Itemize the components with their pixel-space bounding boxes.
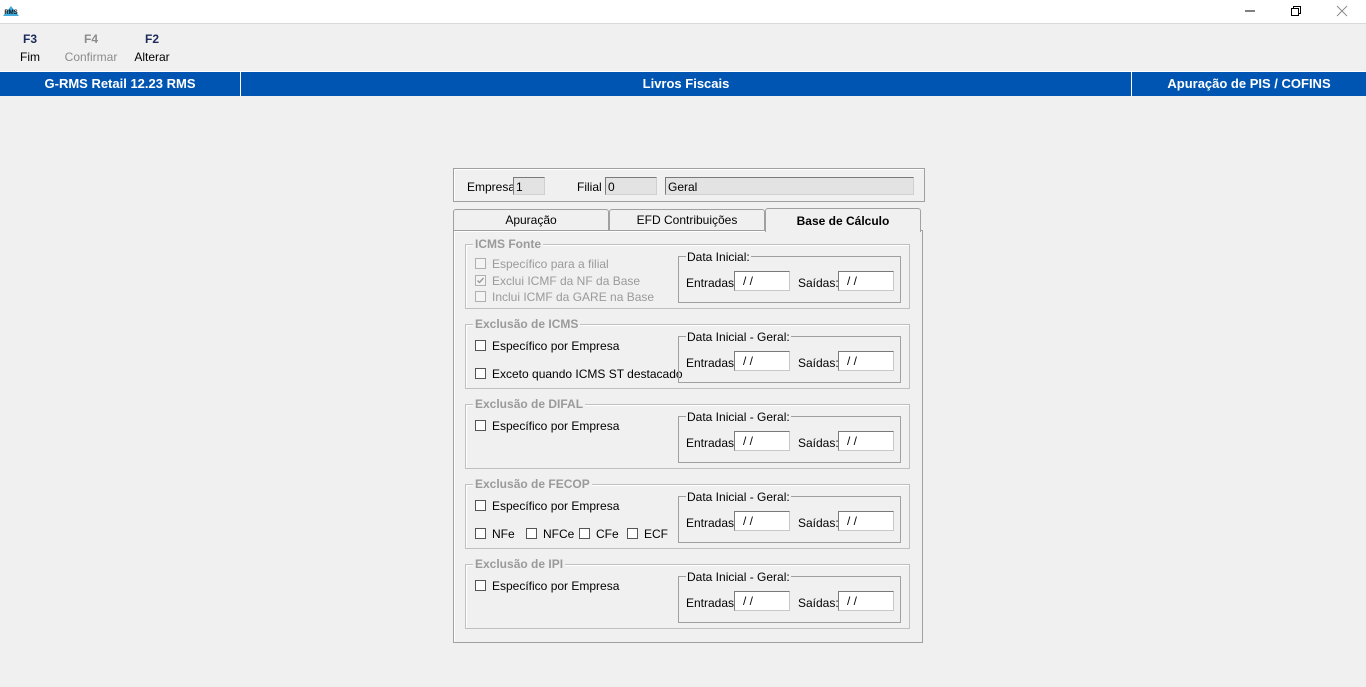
checkbox-label: NFe bbox=[492, 527, 515, 541]
saidas-date-input[interactable]: / / bbox=[838, 511, 894, 531]
tab-efd-contribuicoes[interactable]: EFD Contribuições bbox=[609, 209, 765, 230]
date-box: Data Inicial - Geral: Entradas: / / Saíd… bbox=[678, 330, 901, 383]
checkbox-cfe[interactable] bbox=[579, 528, 590, 539]
date-box-title: Data Inicial: bbox=[686, 250, 751, 264]
checkbox-label: Específico por Empresa bbox=[492, 579, 620, 593]
checkbox-label: Específico por Empresa bbox=[492, 499, 620, 513]
group-icms-fonte: ICMS Fonte Específico para a filial Excl… bbox=[465, 237, 910, 309]
app-logo-text: RMS bbox=[4, 10, 17, 16]
toolbar-key: F2 bbox=[144, 32, 159, 46]
close-button[interactable] bbox=[1319, 0, 1365, 22]
checkbox-label: ECF bbox=[644, 527, 668, 541]
header-app-name: G-RMS Retail 12.23 RMS bbox=[44, 76, 196, 91]
toolbar-label: Confirmar bbox=[64, 50, 118, 64]
group-exclusao-icms: Exclusão de ICMS Específico por Empresa … bbox=[465, 317, 910, 389]
header-module-name: Livros Fiscais bbox=[642, 76, 730, 91]
checkbox-especifico-empresa[interactable] bbox=[475, 580, 486, 591]
checkbox-exclui-icmf[interactable] bbox=[475, 275, 486, 286]
toolbar-confirmar-button[interactable]: F4 Confirmar bbox=[61, 30, 121, 66]
filial-label: Filial bbox=[577, 180, 602, 194]
entradas-date-input[interactable]: / / bbox=[734, 511, 790, 531]
checkbox-ecf[interactable] bbox=[627, 528, 638, 539]
checkbox-label: CFe bbox=[596, 527, 619, 541]
group-exclusao-difal: Exclusão de DIFAL Específico por Empresa… bbox=[465, 397, 910, 469]
checkbox-exceto-icms-st[interactable] bbox=[475, 368, 486, 379]
date-box: Data Inicial - Geral: Entradas: / / Saíd… bbox=[678, 410, 901, 463]
saidas-label: Saídas: bbox=[798, 596, 839, 610]
tab-content-panel: ICMS Fonte Específico para a filial Excl… bbox=[453, 230, 923, 643]
header-bar: G-RMS Retail 12.23 RMS Livros Fiscais Ap… bbox=[0, 71, 1366, 96]
date-box: Data Inicial: Entradas: / / Saídas: / / bbox=[678, 250, 901, 303]
group-title: Exclusão de FECOP bbox=[473, 477, 592, 491]
checkbox-nfce[interactable] bbox=[526, 528, 537, 539]
toolbar-key: F4 bbox=[83, 32, 98, 46]
date-box: Data Inicial - Geral: Entradas: / / Saíd… bbox=[678, 570, 901, 623]
checkbox-especifico-empresa[interactable] bbox=[475, 340, 486, 351]
tab-base-de-calculo[interactable]: Base de Cálculo bbox=[765, 208, 921, 232]
checkbox-label: Exceto quando ICMS ST destacado bbox=[492, 367, 683, 381]
check-icon bbox=[477, 277, 485, 284]
entradas-label: Entradas: bbox=[686, 276, 738, 290]
entradas-date-input[interactable]: / / bbox=[734, 431, 790, 451]
saidas-label: Saídas: bbox=[798, 436, 839, 450]
checkbox-nfe[interactable] bbox=[475, 528, 486, 539]
close-icon bbox=[1336, 5, 1348, 17]
empresa-field[interactable]: 1 bbox=[513, 177, 545, 195]
checkbox-label: Específico para a filial bbox=[492, 257, 609, 271]
saidas-label: Saídas: bbox=[798, 516, 839, 530]
group-title: Exclusão de IPI bbox=[473, 557, 566, 571]
tab-apuracao[interactable]: Apuração bbox=[453, 209, 609, 230]
checkbox-label: Inclui ICMF da GARE na Base bbox=[492, 290, 655, 304]
toolbar-key: F3 bbox=[22, 32, 37, 46]
filial-name-field: Geral bbox=[665, 177, 914, 195]
title-bar: RMS bbox=[0, 0, 1366, 24]
saidas-date-input[interactable]: / / bbox=[838, 591, 894, 611]
checkbox-inclui-icmf[interactable] bbox=[475, 291, 486, 302]
filial-field[interactable]: 0 bbox=[605, 177, 657, 195]
toolbar-alterar-button[interactable]: F2 Alterar bbox=[122, 30, 182, 66]
saidas-date-input[interactable]: / / bbox=[838, 431, 894, 451]
toolbar-label: Alterar bbox=[134, 50, 170, 64]
checkbox-label: Específico por Empresa bbox=[492, 419, 620, 433]
group-exclusao-ipi: Exclusão de IPI Específico por Empresa D… bbox=[465, 557, 910, 629]
date-box-title: Data Inicial - Geral: bbox=[686, 410, 791, 424]
checkbox-especifico-empresa[interactable] bbox=[475, 500, 486, 511]
restore-button[interactable] bbox=[1273, 0, 1319, 22]
entradas-date-input[interactable]: / / bbox=[734, 271, 790, 291]
entradas-label: Entradas: bbox=[686, 436, 738, 450]
checkbox-label: Exclui ICMF da NF da Base bbox=[492, 274, 641, 288]
group-title: Exclusão de ICMS bbox=[473, 317, 581, 331]
entradas-label: Entradas: bbox=[686, 596, 738, 610]
company-panel: Empresa 1 Filial 0 Geral bbox=[453, 168, 925, 202]
group-title: ICMS Fonte bbox=[473, 237, 543, 251]
app-logo-icon: RMS bbox=[2, 3, 20, 19]
entradas-label: Entradas: bbox=[686, 516, 738, 530]
checkbox-especifico-filial[interactable] bbox=[475, 258, 486, 269]
entradas-date-input[interactable]: / / bbox=[734, 351, 790, 371]
checkbox-label: Específico por Empresa bbox=[492, 339, 620, 353]
checkbox-label: NFCe bbox=[543, 527, 575, 541]
group-title: Exclusão de DIFAL bbox=[473, 397, 586, 411]
entradas-date-input[interactable]: / / bbox=[734, 591, 790, 611]
saidas-date-input[interactable]: / / bbox=[838, 351, 894, 371]
empresa-label: Empresa bbox=[467, 180, 516, 194]
date-box-title: Data Inicial - Geral: bbox=[686, 330, 791, 344]
checkbox-especifico-empresa[interactable] bbox=[475, 420, 486, 431]
saidas-label: Saídas: bbox=[798, 276, 839, 290]
date-box-title: Data Inicial - Geral: bbox=[686, 570, 791, 584]
date-box-title: Data Inicial - Geral: bbox=[686, 490, 791, 504]
header-screen-name: Apuração de PIS / COFINS bbox=[1167, 76, 1331, 91]
minimize-button[interactable] bbox=[1227, 0, 1273, 22]
restore-icon bbox=[1291, 6, 1301, 16]
toolbar-label: Fim bbox=[20, 50, 40, 64]
toolbar-fim-button[interactable]: F3 Fim bbox=[0, 30, 60, 66]
date-box: Data Inicial - Geral: Entradas: / / Saíd… bbox=[678, 490, 901, 543]
saidas-label: Saídas: bbox=[798, 356, 839, 370]
group-exclusao-fecop: Exclusão de FECOP Específico por Empresa… bbox=[465, 477, 910, 549]
entradas-label: Entradas: bbox=[686, 356, 738, 370]
minimize-icon bbox=[1245, 10, 1255, 12]
saidas-date-input[interactable]: / / bbox=[838, 271, 894, 291]
